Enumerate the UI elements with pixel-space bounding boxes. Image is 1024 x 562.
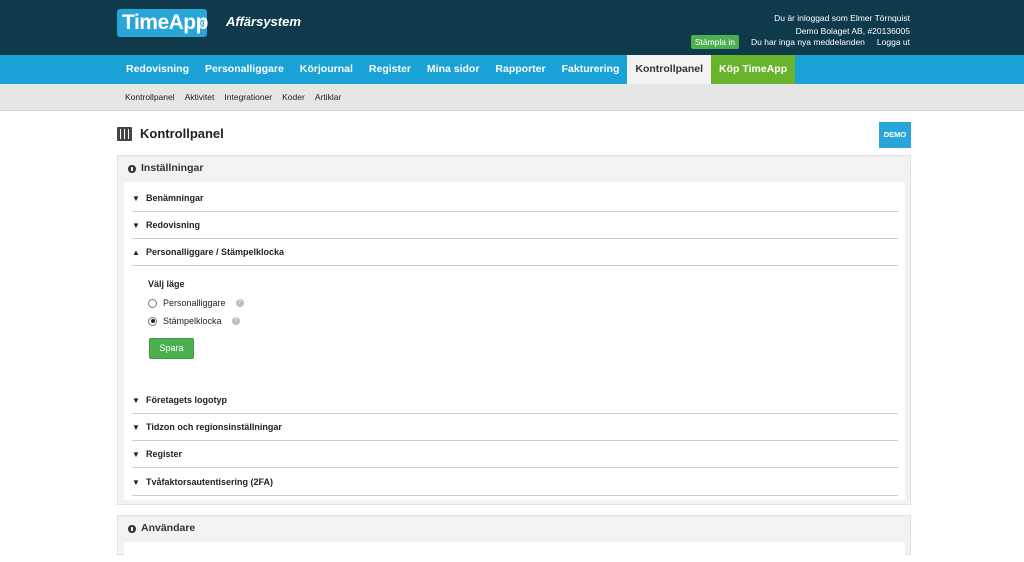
section-benamningar[interactable]: ▼ Benämningar — [132, 185, 898, 212]
timeapp-logo[interactable]: TimeApp ® — [117, 9, 208, 37]
top-header: TimeApp ® Affärsystem Du är inloggad som … — [0, 0, 1024, 55]
chevron-down-icon: ▼ — [132, 193, 140, 203]
section-personalliggare-stampelklocka[interactable]: ▲ Personalliggare / Stämpelklocka — [132, 239, 898, 266]
info-circle-icon — [128, 524, 136, 533]
users-panel: Användare — [117, 515, 911, 562]
main-navigation: Redovisning Personalliggare Körjournal R… — [0, 55, 1024, 84]
section-label: Personalliggare / Stämpelklocka — [146, 247, 285, 257]
users-panel-header[interactable]: Användare — [118, 516, 910, 541]
info-circle-icon — [128, 164, 136, 173]
section-tidzon[interactable]: ▼ Tidzon och regionsinställningar — [132, 414, 898, 441]
nav-mina-sidor[interactable]: Mina sidor — [419, 55, 488, 84]
settings-panel-body: ▼ Benämningar ▼ Redovisning ▲ Personalli… — [124, 182, 905, 500]
section-label: Tvåfaktorsautentisering (2FA) — [146, 477, 274, 487]
page-title: Kontrollpanel — [140, 126, 224, 141]
stamp-in-button[interactable]: Stämpla in — [690, 35, 740, 49]
nav-redovisning[interactable]: Redovisning — [118, 55, 197, 84]
help-icon[interactable]: ? — [231, 317, 240, 325]
nav-personalliggare[interactable]: Personalliggare — [197, 55, 292, 84]
chevron-up-icon: ▲ — [132, 247, 140, 257]
help-icon[interactable]: ? — [235, 299, 244, 307]
page-title-row: Kontrollpanel — [117, 126, 224, 141]
nav-kop-timeapp[interactable]: Köp TimeApp — [711, 55, 796, 84]
option-label: Personalliggare — [163, 298, 226, 308]
section-label: Redovisning — [146, 220, 201, 230]
user-links: Stämpla in Du har inga nya meddelanden L… — [690, 35, 910, 49]
subnav-artiklar[interactable]: Artiklar — [310, 84, 346, 111]
section-label: Register — [146, 449, 183, 459]
nav-korjournal[interactable]: Körjournal — [292, 55, 361, 84]
mode-title: Välj läge — [148, 279, 185, 289]
sub-navigation: Kontrollpanel Aktivitet Integrationer Ko… — [0, 84, 1024, 111]
option-personalliggare[interactable]: Personalliggare ? — [148, 294, 244, 312]
settings-heading: Inställningar — [141, 162, 204, 174]
settings-panel-header[interactable]: Inställningar — [118, 156, 910, 181]
chevron-down-icon: ▼ — [132, 477, 140, 487]
app-subtitle: Affärsystem — [226, 14, 301, 29]
section-label: Tidzon och regionsinställningar — [146, 422, 282, 432]
mode-selector: Välj läge Personalliggare ? Stämpelklock… — [148, 279, 244, 330]
subnav-kontrollpanel[interactable]: Kontrollpanel — [120, 84, 180, 111]
subnav-integrationer[interactable]: Integrationer — [219, 84, 277, 111]
logout-link[interactable]: Logga ut — [877, 37, 910, 47]
sliders-icon — [117, 126, 132, 141]
section-redovisning[interactable]: ▼ Redovisning — [132, 212, 898, 239]
radio-personalliggare[interactable] — [148, 298, 157, 308]
section-2fa[interactable]: ▼ Tvåfaktorsautentisering (2FA) — [132, 469, 898, 496]
messages-link[interactable]: Du har inga nya meddelanden — [751, 37, 865, 47]
section-foretagets-logotyp[interactable]: ▼ Företagets logotyp — [132, 387, 898, 414]
chevron-down-icon: ▼ — [132, 220, 140, 230]
subnav-aktivitet[interactable]: Aktivitet — [180, 84, 220, 111]
settings-panel: Inställningar ▼ Benämningar ▼ Redovisnin… — [117, 155, 911, 505]
nav-rapporter[interactable]: Rapporter — [487, 55, 553, 84]
option-label: Stämpelklocka — [163, 316, 222, 326]
radio-stampelklocka[interactable] — [148, 316, 157, 326]
chevron-down-icon: ▼ — [132, 395, 140, 405]
users-panel-body — [124, 542, 905, 562]
users-heading: Användare — [141, 522, 196, 534]
nav-kontrollpanel[interactable]: Kontrollpanel — [627, 55, 712, 84]
section-register[interactable]: ▼ Register — [132, 441, 898, 468]
section-label: Benämningar — [146, 193, 204, 203]
chevron-down-icon: ▼ — [132, 422, 140, 432]
option-stampelklocka[interactable]: Stämpelklocka ? — [148, 312, 244, 330]
logged-in-user: Du är inloggad som Elmer Törnquist — [774, 13, 910, 23]
save-button[interactable]: Spara — [149, 338, 194, 359]
subnav-koder[interactable]: Koder — [277, 84, 310, 111]
nav-fakturering[interactable]: Fakturering — [554, 55, 628, 84]
chevron-down-icon: ▼ — [132, 449, 140, 459]
nav-register[interactable]: Register — [361, 55, 419, 84]
demo-badge: DEMO — [879, 122, 911, 148]
section-label: Företagets logotyp — [146, 395, 228, 405]
